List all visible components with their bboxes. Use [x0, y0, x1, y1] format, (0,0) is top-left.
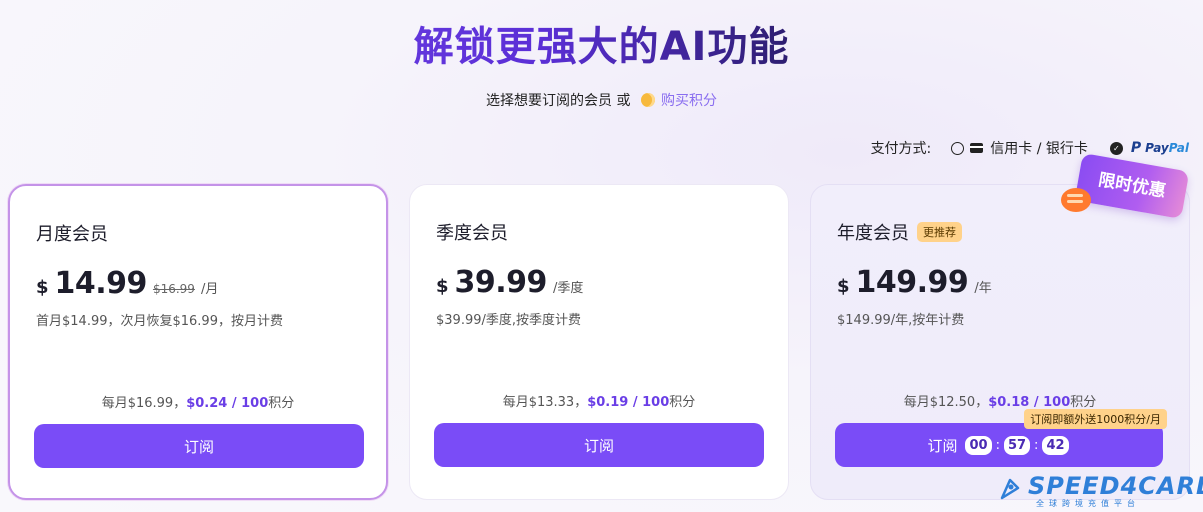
plan-card-quarterly: 季度会员 $ 39.99 /季度 $39.99/季度,按季度计费 每月$13.3… — [409, 184, 789, 500]
countdown-separator: : — [995, 437, 1000, 453]
plan-card-monthly: 月度会员 $ 14.99 $16.99 /月 首月$14.99，次月恢复$16.… — [8, 184, 388, 500]
period: /季度 — [552, 281, 584, 296]
monthly-price: 每月$16.99， — [101, 396, 187, 411]
plan-description: $39.99/季度,按季度计费 — [436, 313, 581, 328]
subtitle: 选择想要订阅的会员 或 购买积分 — [0, 90, 1203, 110]
radio-paypal-checked[interactable]: ✓ — [1109, 141, 1123, 155]
period: /年 — [974, 281, 992, 296]
plan-name: 月度会员 — [36, 224, 108, 245]
watermark-tagline: 全球跨境充值平台 — [1036, 499, 1140, 508]
subscribe-button[interactable]: 订阅 — [434, 423, 764, 467]
paypal-logo-icon: P — [1130, 140, 1142, 156]
points-suffix: 积分 — [1070, 395, 1097, 410]
price-row: $ 14.99 $16.99 /月 — [36, 266, 218, 301]
payment-label: 支付方式: — [870, 141, 932, 157]
coin-icon — [640, 93, 655, 107]
watermark-logo: SPEED4CARD 全球跨境充值平台 — [996, 472, 1203, 510]
countdown-minutes: 57 — [1003, 435, 1031, 455]
countdown-hours: 00 — [965, 435, 992, 455]
price: 39.99 — [454, 265, 548, 300]
monthly-price: 每月$13.33， — [502, 395, 588, 410]
subtitle-text: 选择想要订阅的会员 或 — [486, 93, 631, 109]
plan-card-yearly: 年度会员 更推荐 $ 149.99 /年 $149.99/年,按年计费 每月$12… — [810, 184, 1190, 500]
points-rate: $0.24 / 100 — [186, 396, 269, 411]
points-rate: $0.18 / 100 — [988, 395, 1071, 410]
plan-name: 年度会员 — [837, 223, 909, 244]
buy-points-link[interactable]: 购买积分 — [661, 93, 717, 109]
payment-option-card[interactable]: 信用卡 / 银行卡 — [990, 138, 1088, 158]
subscribe-button[interactable]: 订阅 00:57:42 — [835, 423, 1163, 467]
monthly-price: 每月$12.50， — [903, 395, 989, 410]
points-suffix: 积分 — [268, 396, 295, 411]
payment-option-paypal[interactable]: PayPal — [1145, 141, 1189, 155]
period: /月 — [200, 282, 219, 297]
countdown-seconds: 42 — [1042, 435, 1069, 455]
payment-method-row: 支付方式: 信用卡 / 银行卡 ✓ P PayPal — [871, 138, 1189, 158]
currency: $ — [436, 276, 449, 297]
subscribe-label: 订阅 — [927, 436, 958, 455]
fire-icon — [1061, 188, 1091, 212]
monthly-summary: 每月$12.50，$0.18 / 100积分 — [811, 391, 1189, 410]
monthly-summary: 每月$16.99，$0.24 / 100积分 — [10, 392, 386, 411]
monthly-summary: 每月$13.33，$0.19 / 100积分 — [410, 391, 788, 410]
price-row: $ 149.99 /年 — [837, 265, 992, 300]
plan-name-row: 年度会员 更推荐 — [837, 219, 962, 245]
currency: $ — [837, 276, 850, 297]
price-row: $ 39.99 /季度 — [436, 265, 583, 300]
subscribe-button[interactable]: 订阅 — [34, 424, 364, 468]
price: 14.99 — [54, 266, 148, 301]
radio-card[interactable] — [951, 141, 965, 155]
points-rate: $0.19 / 100 — [587, 395, 670, 410]
plan-description: 首月$14.99，次月恢复$16.99，按月计费 — [36, 314, 283, 329]
bonus-tooltip: 订阅即额外送1000积分/月 — [1024, 409, 1167, 429]
rocket-icon — [1000, 478, 1020, 500]
currency: $ — [36, 277, 49, 298]
plan-description: $149.99/年,按年计费 — [837, 313, 965, 328]
price: 149.99 — [855, 265, 969, 300]
points-suffix: 积分 — [669, 395, 696, 410]
page-title: 解锁更强大的AI功能 — [0, 14, 1203, 72]
recommended-badge: 更推荐 — [917, 222, 962, 242]
countdown-separator: : — [1034, 437, 1039, 453]
credit-card-icon — [970, 143, 984, 153]
watermark-brand: SPEED4CARD — [1028, 472, 1203, 500]
plan-name: 季度会员 — [436, 223, 508, 244]
original-price: $16.99 — [152, 282, 195, 296]
